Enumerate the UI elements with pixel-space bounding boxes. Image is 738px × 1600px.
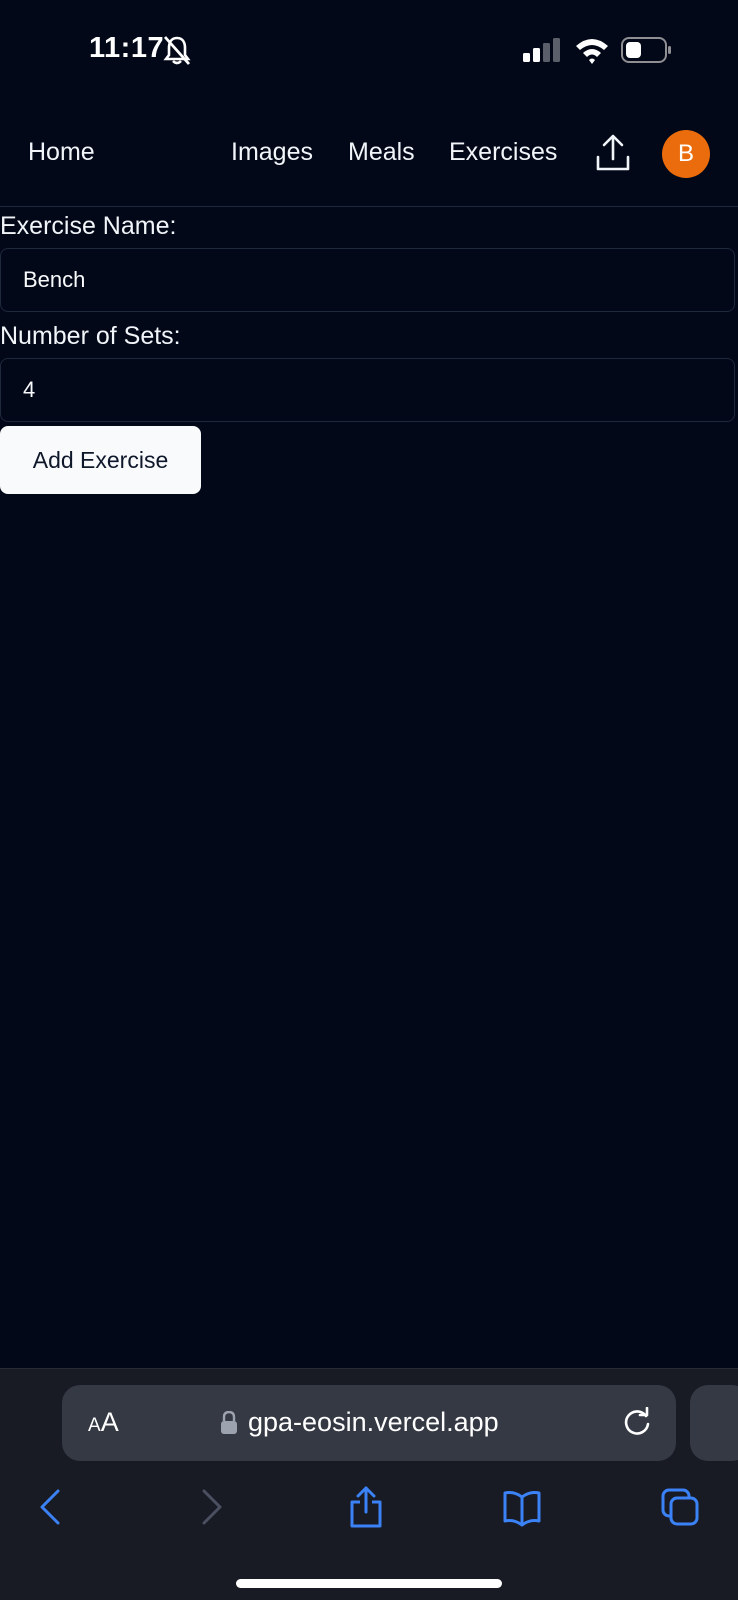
battery-icon <box>621 37 671 63</box>
status-bar: 11:17 <box>0 0 738 100</box>
exercise-name-input[interactable] <box>0 248 735 312</box>
home-indicator <box>236 1579 502 1588</box>
share-icon[interactable] <box>346 1485 386 1529</box>
user-avatar[interactable]: B <box>662 130 710 178</box>
sets-label: Number of Sets: <box>0 322 181 350</box>
browser-toolbar: AA gpa-eosin.vercel.app <box>0 1368 738 1600</box>
address-bar[interactable]: AA gpa-eosin.vercel.app <box>62 1385 676 1461</box>
url-text: gpa-eosin.vercel.app <box>248 1407 499 1437</box>
upload-icon[interactable] <box>595 133 631 173</box>
back-icon[interactable] <box>30 1485 70 1529</box>
app-frame: 11:17 Home Images Meals Exercises B Exer… <box>0 0 738 1600</box>
next-tab-preview[interactable] <box>690 1385 738 1461</box>
exercise-name-label: Exercise Name: <box>0 212 177 240</box>
aa-small: A <box>88 1415 101 1436</box>
nav-images-link[interactable]: Images <box>231 138 313 167</box>
add-exercise-button[interactable]: Add Exercise <box>0 426 201 494</box>
signal-icon <box>523 38 560 62</box>
tabs-icon[interactable] <box>660 1485 700 1529</box>
bookmarks-icon[interactable] <box>502 1485 542 1529</box>
sets-input[interactable] <box>0 358 735 422</box>
text-size-button[interactable]: AA <box>88 1407 119 1438</box>
forward-icon[interactable] <box>192 1485 232 1529</box>
reload-icon[interactable] <box>622 1407 652 1437</box>
wifi-icon <box>576 39 608 64</box>
status-time: 11:17 <box>89 32 165 64</box>
nav-exercises-link[interactable]: Exercises <box>449 138 557 167</box>
top-navbar: Home Images Meals Exercises B <box>0 118 738 207</box>
nav-meals-link[interactable]: Meals <box>348 138 415 167</box>
bell-slash-icon <box>163 36 191 65</box>
aa-big: A <box>100 1407 119 1437</box>
nav-home-link[interactable]: Home <box>28 138 95 167</box>
lock-icon <box>221 1411 237 1434</box>
